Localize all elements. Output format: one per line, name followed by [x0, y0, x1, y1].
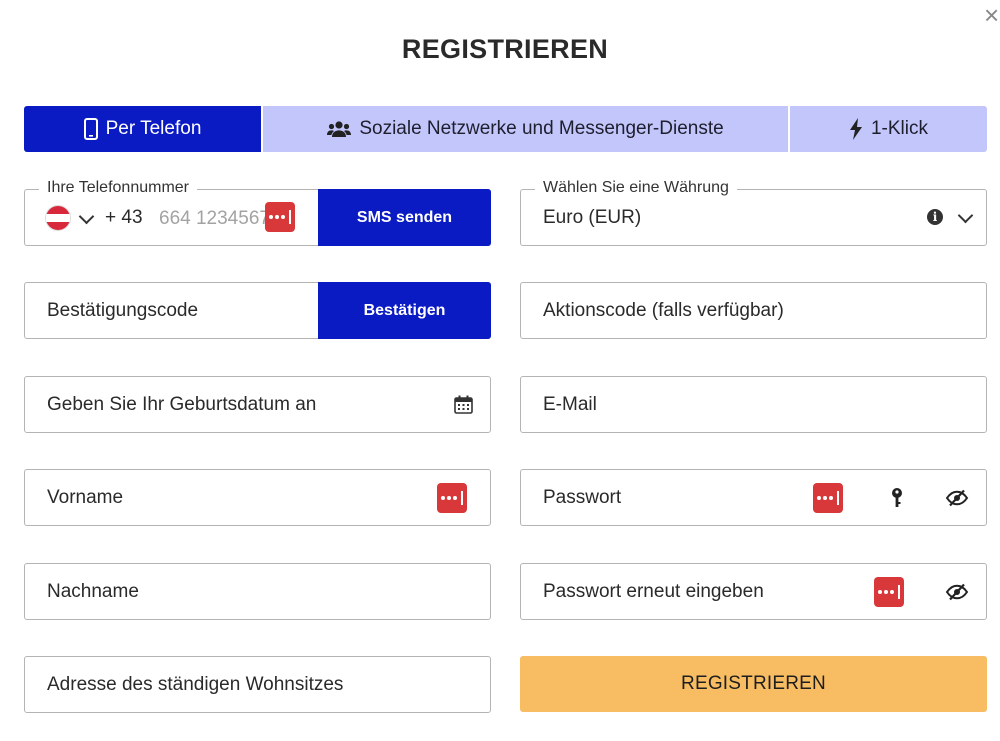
- password-placeholder: Passwort: [543, 487, 622, 508]
- password-manager-icon[interactable]: [265, 202, 295, 232]
- birthdate-placeholder: Geben Sie Ihr Geburtsdatum an: [47, 394, 317, 415]
- eye-slash-icon[interactable]: [945, 489, 969, 507]
- email-field[interactable]: E-Mail: [520, 376, 987, 433]
- smartphone-icon: [83, 118, 98, 140]
- password-manager-icon[interactable]: [437, 483, 467, 513]
- password-field[interactable]: Passwort: [520, 469, 987, 526]
- page-title: REGISTRIEREN: [401, 34, 609, 64]
- lastname-placeholder: Nachname: [47, 581, 139, 602]
- registration-tabs: Per Telefon Soziale Netzwerke und Messen…: [24, 106, 987, 152]
- chevron-down-icon[interactable]: [957, 207, 974, 224]
- confirm-button[interactable]: Bestätigen: [318, 282, 491, 339]
- firstname-field[interactable]: Vorname: [24, 469, 491, 526]
- tab-label: Soziale Netzwerke und Messenger-Dienste: [359, 118, 724, 139]
- key-icon[interactable]: [890, 487, 904, 509]
- tab-label: Per Telefon: [105, 118, 202, 139]
- promo-code-field[interactable]: Aktionscode (falls verfügbar): [520, 282, 987, 339]
- password-repeat-field[interactable]: Passwort erneut eingeben: [520, 563, 987, 620]
- close-icon[interactable]: ×: [984, 2, 1000, 28]
- info-icon[interactable]: i: [927, 209, 943, 225]
- birthdate-field[interactable]: Geben Sie Ihr Geburtsdatum an: [24, 376, 491, 433]
- tab-phone[interactable]: Per Telefon: [24, 106, 261, 152]
- tab-social[interactable]: Soziale Netzwerke und Messenger-Dienste: [261, 106, 788, 152]
- calendar-icon[interactable]: [454, 395, 473, 414]
- tab-one-click[interactable]: 1-Klick: [788, 106, 987, 152]
- address-field[interactable]: Adresse des ständigen Wohnsitzes: [24, 656, 491, 713]
- users-icon: [327, 121, 352, 137]
- phone-field: Ihre Telefonnummer + 43 SMS senden: [24, 179, 491, 246]
- eye-slash-icon[interactable]: [945, 583, 969, 601]
- email-placeholder: E-Mail: [543, 394, 597, 415]
- password-manager-icon[interactable]: [874, 577, 904, 607]
- firstname-placeholder: Vorname: [47, 487, 124, 508]
- lightning-icon: [849, 118, 862, 140]
- country-prefix: + 43: [105, 207, 143, 228]
- austria-flag-icon[interactable]: [46, 206, 70, 230]
- send-sms-button[interactable]: SMS senden: [318, 189, 491, 246]
- chevron-down-icon[interactable]: [78, 208, 95, 225]
- lastname-field[interactable]: Nachname: [24, 563, 491, 620]
- address-placeholder: Adresse des ständigen Wohnsitzes: [47, 674, 344, 695]
- tab-label: 1-Klick: [870, 118, 928, 139]
- promo-code-placeholder: Aktionscode (falls verfügbar): [543, 300, 784, 321]
- register-button[interactable]: REGISTRIEREN: [520, 656, 987, 712]
- currency-value: Euro (EUR): [543, 207, 642, 228]
- confirmation-code-placeholder: Bestätigungscode: [47, 300, 199, 321]
- confirmation-code-field[interactable]: Bestätigungscode Bestätigen: [24, 282, 491, 339]
- currency-select[interactable]: Wählen Sie eine Währung Euro (EUR) i: [520, 179, 987, 246]
- password-repeat-placeholder: Passwort erneut eingeben: [543, 581, 764, 602]
- password-manager-icon[interactable]: [813, 483, 843, 513]
